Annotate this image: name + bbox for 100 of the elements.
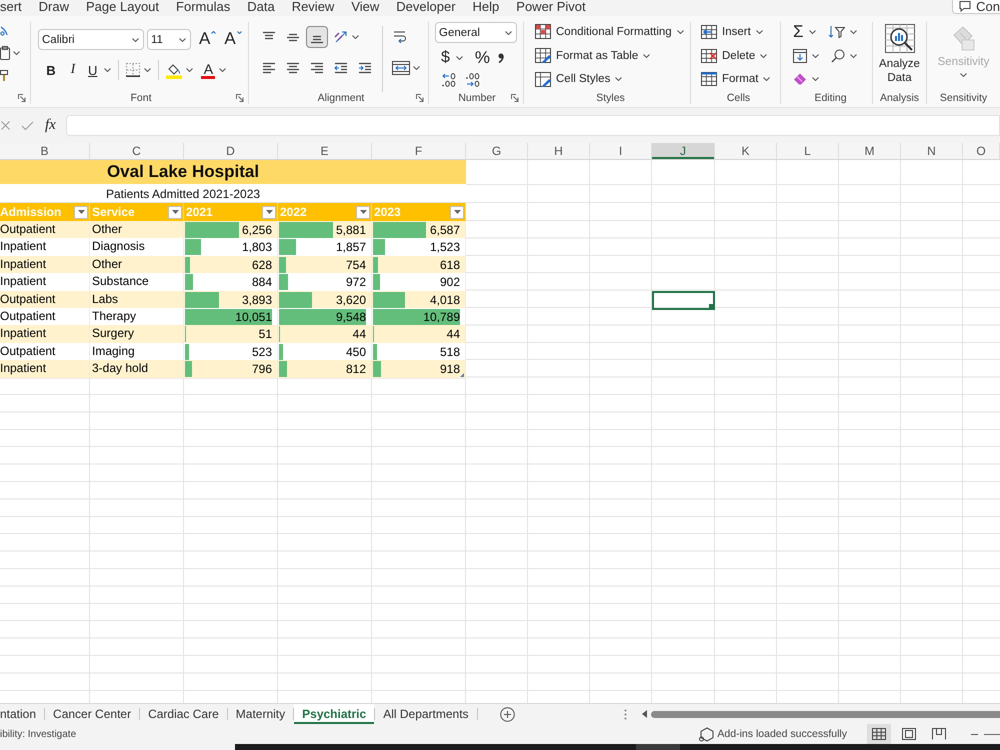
align-bottom-button[interactable] [306,26,328,48]
ribbon-tab[interactable]: View [351,0,380,14]
formula-input[interactable] [66,115,1000,136]
increase-decimal-icon[interactable] [441,73,457,87]
cell-styles-button[interactable]: Cell Styles [535,67,686,92]
sheet-tab[interactable]: Cancer Center [45,704,140,724]
comma-icon[interactable] [498,53,504,63]
ribbon-tab[interactable]: Draw [38,0,70,14]
column-header[interactable]: D [184,143,278,159]
sheet-tab[interactable]: All Departments [375,704,477,724]
sheet-tab[interactable]: Psychiatric [294,704,374,724]
sheet-tab[interactable]: Cardiac Care [140,704,227,724]
grid-cross-icon [701,48,717,62]
dialog-launcher-icon[interactable] [236,94,244,102]
ribbon-tab[interactable]: sert [0,0,22,14]
table-title: Oval Lake Hospital [0,160,466,185]
autosum-button[interactable]: Σ [793,23,816,40]
percent-button[interactable]: % [474,48,490,68]
fill-handle-icon[interactable] [709,304,713,308]
ribbon-tab[interactable]: Developer [396,0,456,14]
italic-button[interactable]: I [61,60,85,80]
column-header[interactable]: K [715,143,777,159]
check-icon[interactable] [21,120,34,130]
column-header[interactable]: O [963,143,1000,159]
column-header[interactable]: M [839,143,901,159]
table-header: Service [92,205,135,219]
insert-button[interactable]: Insert [701,20,776,44]
scissors-icon[interactable] [0,26,8,36]
filter-button[interactable] [74,206,88,218]
dialog-launcher-icon[interactable] [416,94,424,102]
column-header[interactable]: B [0,143,90,159]
caret-icon [144,68,152,72]
caret-icon [104,68,112,72]
number-format-dropdown[interactable]: General [435,22,517,43]
add-icon[interactable] [500,706,515,722]
sheet-tab[interactable]: Maternity [228,704,294,724]
filter-button[interactable] [450,206,464,218]
column-header[interactable]: L [777,143,839,159]
font-color-button[interactable]: A [201,62,226,78]
caret-icon [179,38,186,42]
paint-bucket-icon [166,62,182,78]
resize-corner-icon[interactable] [460,373,464,378]
ribbon-tab[interactable]: Review [292,0,334,14]
insert-function-button[interactable]: fx [45,117,56,134]
currency-button[interactable]: $ [441,48,463,68]
align-right-icon [310,62,324,74]
bold-button[interactable]: B [41,60,61,80]
font-name-dropdown[interactable]: Calibri [38,29,144,50]
column-header[interactable]: N [901,143,963,159]
ribbon-tab[interactable]: Formulas [176,0,230,14]
accessibility-status[interactable]: ibility: Investigate [0,728,76,740]
underline-button[interactable]: U [85,60,112,80]
active-cell[interactable] [652,290,715,310]
group-label: Analysis [880,92,920,104]
cell-value: 628 [252,256,272,273]
sheet-tab[interactable]: ntation [0,704,44,724]
decrease-decimal-icon[interactable] [465,73,481,87]
caret-icon [132,38,139,42]
column-header[interactable]: C [90,143,184,159]
dialog-launcher-icon[interactable] [18,94,26,102]
ribbon-tab[interactable]: Power Pivot [516,0,586,14]
vertical-dots-icon[interactable] [624,708,627,720]
column-header[interactable]: F [372,143,466,159]
font-size-dropdown[interactable]: 11 [147,29,191,50]
filter-button[interactable] [356,206,370,218]
normal-view-button[interactable] [867,724,891,744]
table-header: 2021 [186,205,213,219]
table-grid-icon [701,72,717,86]
find-button[interactable] [831,48,857,62]
group-label: Cells [726,92,750,104]
cell-value: 902 [440,274,460,290]
ribbon-tab[interactable]: Help [472,0,500,14]
format-as-table-button[interactable]: Format as Table [535,44,686,68]
scrollbar[interactable] [651,710,1000,718]
dialog-launcher-icon[interactable] [511,94,519,102]
group-label: Editing [814,92,847,104]
filter-button[interactable] [168,206,182,218]
status-message: Add-ins loaded successfully [717,728,847,740]
column-header[interactable]: J [652,143,715,159]
filter-button[interactable] [262,206,276,218]
column-header[interactable]: H [528,143,590,159]
triangle-left-icon[interactable] [642,710,647,718]
column-header[interactable]: G [466,143,528,159]
clear-button[interactable] [793,73,819,86]
format-button[interactable]: Format [701,67,776,92]
sort-filter-button[interactable] [828,24,857,39]
analyze-data-button[interactable]: Analyze Data [875,22,924,91]
ribbon-tab[interactable]: Page Layout [86,0,160,14]
delete-button[interactable]: Delete [701,44,776,68]
close-icon[interactable] [1,121,10,130]
fill-button[interactable] [793,48,819,62]
conditional-formatting-button[interactable]: Conditional Formatting [535,20,686,44]
column-header[interactable]: E [278,143,372,159]
paste-button[interactable] [0,46,20,60]
grow-font-button[interactable]: A [199,29,216,50]
borders-button[interactable] [126,60,152,80]
shrink-font-button[interactable]: A [224,29,242,50]
comments-button[interactable]: Con [952,0,1000,14]
ribbon-tab[interactable]: Data [247,0,275,14]
brush-icon[interactable] [0,70,8,81]
